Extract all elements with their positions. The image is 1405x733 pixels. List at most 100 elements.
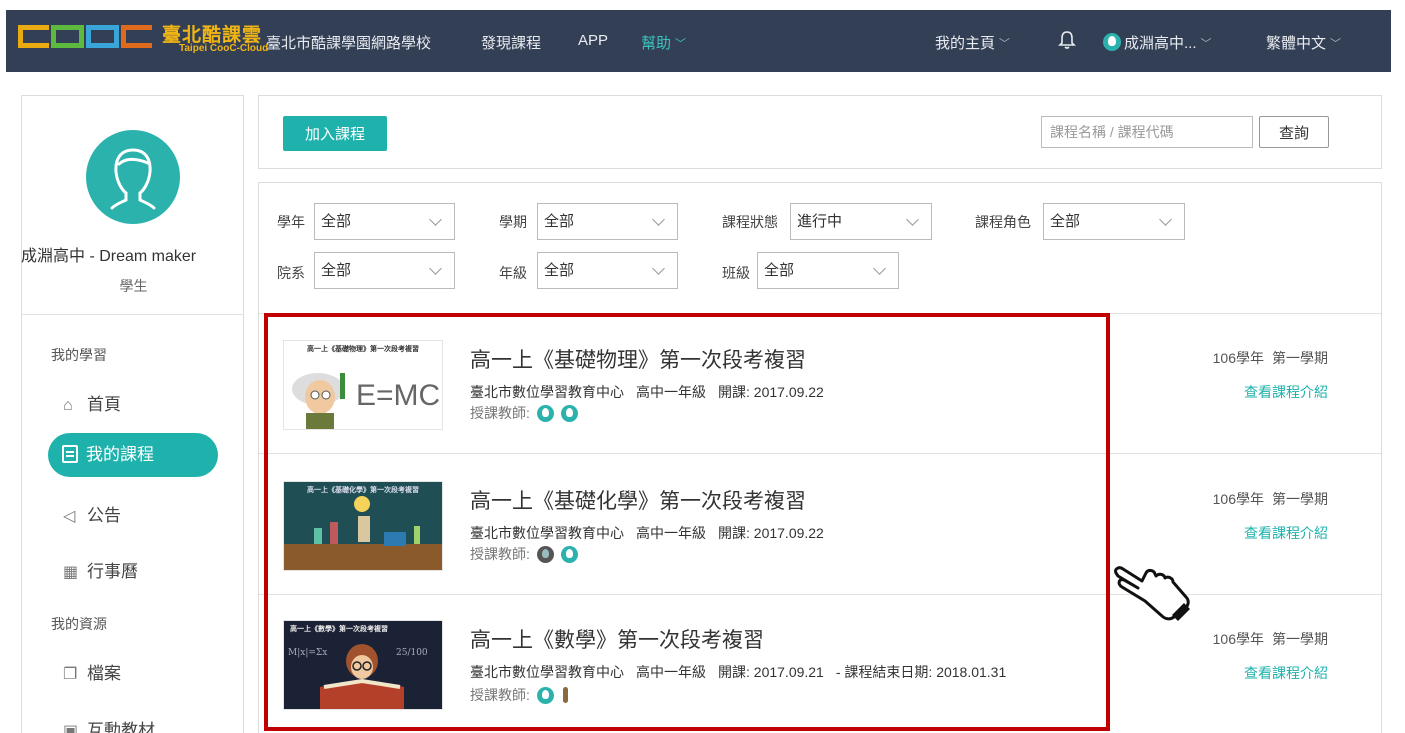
- chevron-down-icon: [429, 262, 442, 275]
- chevron-down-icon: [652, 213, 665, 226]
- sidebar-item-label: 公告: [87, 506, 121, 525]
- view-course-intro-link[interactable]: 查看課程介紹: [1244, 663, 1328, 683]
- sidebar-item-home[interactable]: ⌂ 首頁: [63, 390, 121, 415]
- sidebar-item-files[interactable]: ❐ 檔案: [63, 659, 121, 684]
- course-title[interactable]: 高一上《基礎物理》第一次段考複習: [470, 344, 806, 374]
- teacher-label: 授課教師:: [470, 687, 530, 703]
- section-my-learning: 我的學習: [51, 347, 107, 363]
- nav-app[interactable]: APP: [578, 32, 608, 49]
- my-home-menu[interactable]: 我的主頁 ﹀: [935, 32, 1010, 53]
- course-thumbnail[interactable]: 高一上《基礎化學》第一次段考複習: [283, 481, 443, 571]
- teacher-avatar-icon[interactable]: [561, 687, 570, 704]
- course-start-date: 開課: 2017.09.22: [718, 384, 824, 400]
- course-start-date: 開課: 2017.09.21: [718, 664, 824, 680]
- sidebar-item-calendar[interactable]: ▦ 行事曆: [63, 557, 138, 582]
- logo-blocks: [18, 25, 152, 48]
- svg-text:25/100: 25/100: [396, 648, 428, 658]
- course-end-date: - 課程結束日期: 2018.01.31: [835, 664, 1007, 680]
- chevron-down-icon: ﹀: [1200, 38, 1212, 50]
- school-name-link[interactable]: 臺北市酷課學園網路學校: [266, 32, 431, 53]
- sidebar-item-interactive-materials[interactable]: ▣ 互動教材: [63, 716, 155, 733]
- profile-avatar[interactable]: [86, 130, 180, 224]
- filter-class-select[interactable]: 全部: [757, 252, 899, 289]
- course-title[interactable]: 高一上《數學》第一次段考複習: [470, 624, 764, 654]
- filter-role-select[interactable]: 全部: [1043, 203, 1185, 240]
- course-org: 臺北市數位學習教育中心: [470, 525, 624, 541]
- course-info: 臺北市數位學習教育中心 高中一年級 開課: 2017.09.22: [470, 523, 848, 543]
- nav-help-label: 幫助: [641, 35, 672, 52]
- filter-label-department: 院系: [277, 265, 305, 281]
- view-course-intro-link[interactable]: 查看課程介紹: [1244, 523, 1328, 543]
- chevron-down-icon: ﹀: [999, 38, 1011, 50]
- teacher-avatar-icon[interactable]: [560, 546, 578, 563]
- course-teachers: 授課教師:: [470, 685, 570, 705]
- course-teachers: 授課教師:: [470, 544, 578, 564]
- filter-role-value: 全部: [1050, 213, 1081, 230]
- filter-grade-select[interactable]: 全部: [537, 252, 678, 289]
- bell-icon[interactable]: [1058, 30, 1076, 50]
- svg-text:M|x|=Σx: M|x|=Σx: [288, 648, 327, 658]
- my-home-label: 我的主頁: [935, 35, 996, 52]
- join-course-button[interactable]: 加入課程: [283, 116, 387, 151]
- search-button[interactable]: 查詢: [1259, 116, 1329, 148]
- course-action-bar: 加入課程 查詢: [258, 95, 1382, 169]
- filter-year-select[interactable]: 全部: [314, 203, 455, 240]
- filter-label-class: 班級: [722, 265, 750, 281]
- calendar-icon: ▦: [63, 564, 79, 581]
- filter-class-value: 全部: [764, 262, 795, 279]
- teacher-avatar-icon[interactable]: [536, 546, 554, 563]
- chemistry-lab-illustration-icon: [284, 496, 442, 570]
- nav-discover-courses[interactable]: 發現課程: [481, 32, 541, 53]
- site-logo[interactable]: 臺北酷課雲 Taipei CooC-Cloud: [18, 21, 269, 61]
- filter-status-value: 進行中: [797, 213, 843, 230]
- course-term-semester: 第一學期: [1272, 491, 1328, 507]
- filter-department-select[interactable]: 全部: [314, 252, 455, 289]
- language-label: 繁體中文: [1266, 35, 1327, 52]
- user-name: 成淵高中...: [1124, 35, 1197, 52]
- pointing-hand-cursor-icon: [1114, 566, 1190, 621]
- filter-label-role: 課程角色: [975, 214, 1031, 230]
- user-avatar-icon: [1103, 33, 1121, 51]
- filter-term-select[interactable]: 全部: [537, 203, 678, 240]
- course-row: 高一上《基礎化學》第一次段考複習 高一上《基礎化學》第一次段考複習 臺北市數位學…: [259, 455, 1381, 595]
- sidebar-item-label: 檔案: [87, 664, 121, 683]
- course-grade: 高中一年級: [636, 384, 706, 400]
- filter-label-grade: 年級: [499, 265, 527, 281]
- course-term: 106學年 第一學期: [1205, 348, 1328, 368]
- filter-status-select[interactable]: 進行中: [790, 203, 932, 240]
- chevron-down-icon: [429, 213, 442, 226]
- megaphone-icon: ◁: [63, 508, 76, 525]
- filter-term-value: 全部: [544, 213, 575, 230]
- nav-help-menu[interactable]: 幫助 ﹀: [641, 32, 686, 53]
- course-info: 臺北市數位學習教育中心 高中一年級 開課: 2017.09.21 - 課程結束日期: …: [470, 662, 1018, 682]
- course-term-year: 106學年: [1212, 350, 1264, 366]
- sidebar-item-announcements[interactable]: ◁ 公告: [63, 501, 121, 526]
- sidebar-item-my-courses[interactable]: 我的課程: [48, 433, 218, 477]
- course-list-panel: 學年 全部 學期 全部 課程狀態 進行中 課程角色 全部 院系 全部 年級 全部…: [258, 182, 1382, 733]
- logo-english-text: Taipei CooC-Cloud: [179, 43, 269, 54]
- course-start-date: 開課: 2017.09.22: [718, 525, 824, 541]
- sidebar-item-label: 首頁: [87, 395, 121, 414]
- view-course-intro-link[interactable]: 查看課程介紹: [1244, 382, 1328, 402]
- teacher-avatar-icon[interactable]: [536, 405, 554, 422]
- sidebar-item-label: 我的課程: [86, 445, 154, 464]
- course-title[interactable]: 高一上《基礎化學》第一次段考複習: [470, 485, 806, 515]
- course-search-input[interactable]: [1041, 116, 1253, 148]
- section-my-resources: 我的資源: [51, 616, 107, 632]
- teacher-avatar-icon[interactable]: [536, 687, 554, 704]
- file-icon: ❐: [63, 666, 78, 683]
- language-menu[interactable]: 繁體中文 ﹀: [1266, 32, 1341, 53]
- course-term-year: 106學年: [1212, 491, 1264, 507]
- teacher-avatar-icon[interactable]: [560, 405, 578, 422]
- thumbnail-caption: 高一上《數學》第一次段考複習: [290, 626, 388, 633]
- math-reading-illustration-icon: M|x|=Σx 25/100: [288, 644, 428, 709]
- course-thumbnail[interactable]: 高一上《數學》第一次段考複習 M|x|=Σx 25/100: [283, 620, 443, 710]
- teacher-label: 授課教師:: [470, 546, 530, 562]
- course-thumbnail[interactable]: 高一上《基礎物理》第一次段考複習 E=MC: [283, 340, 443, 430]
- sidebar-item-label: 互動教材: [87, 721, 155, 733]
- home-icon: ⌂: [63, 397, 73, 414]
- user-menu[interactable]: 成淵高中... ﹀: [1103, 32, 1212, 53]
- course-org: 臺北市數位學習教育中心: [470, 384, 624, 400]
- thumbnail-caption: 高一上《基礎物理》第一次段考複習: [307, 346, 419, 353]
- course-term: 106學年 第一學期: [1205, 489, 1328, 509]
